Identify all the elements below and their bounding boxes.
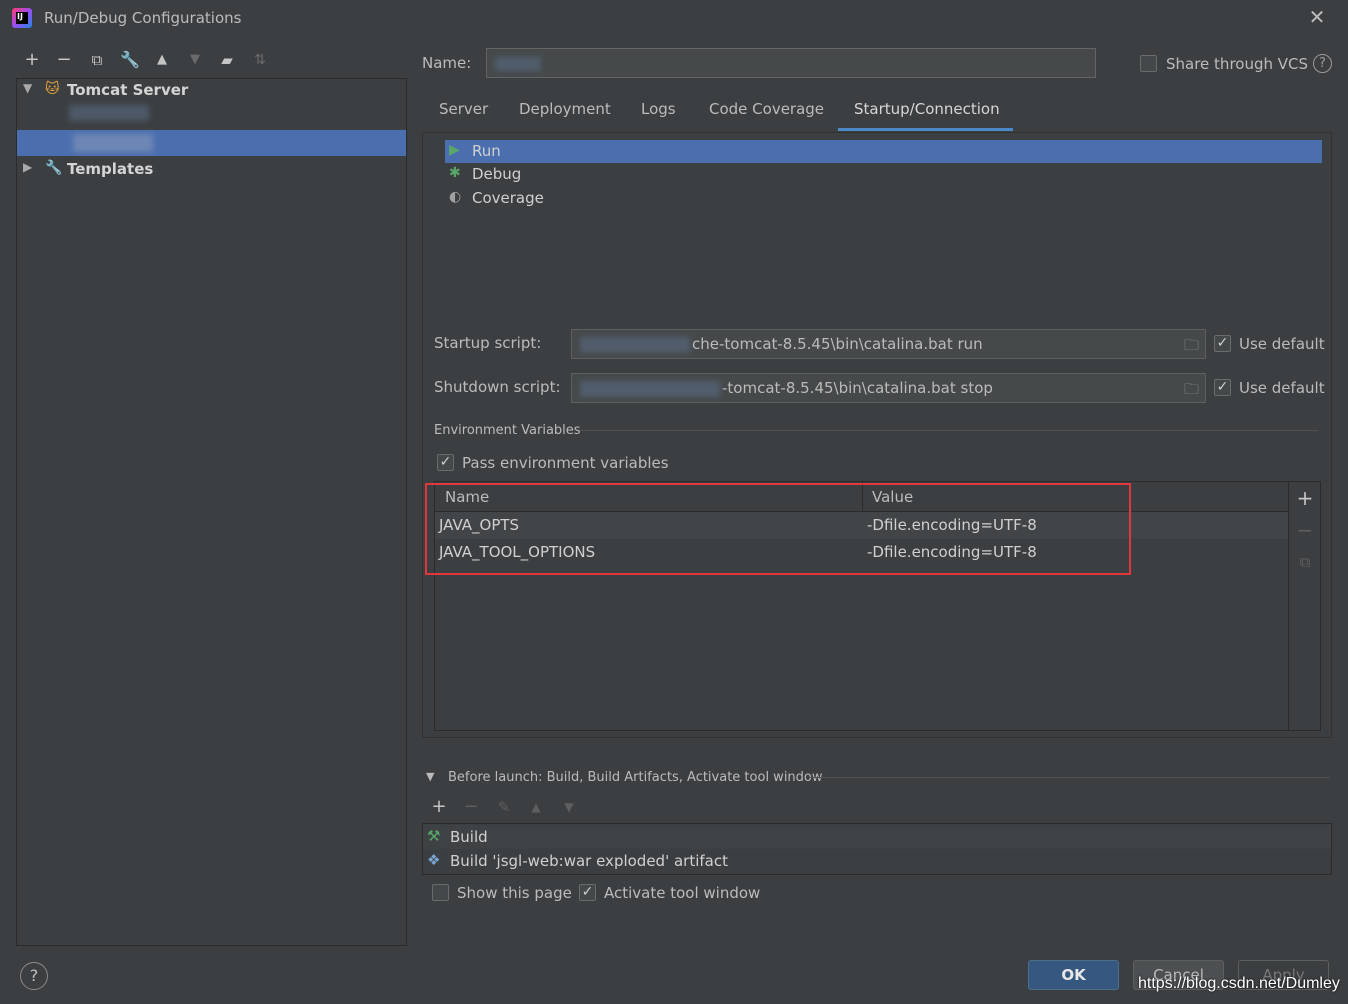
shutdown-script-label: Shutdown script:: [434, 378, 561, 396]
tree-item-tomcat-server[interactable]: ▼ 🐱 Tomcat Server: [17, 79, 406, 103]
add-env-icon[interactable]: +: [1295, 488, 1315, 508]
startup-use-default-checkbox[interactable]: ✓: [1214, 335, 1231, 352]
mode-label: Debug: [472, 165, 522, 183]
move-up-icon[interactable]: ▲: [151, 49, 173, 71]
redacted-text: [73, 134, 153, 152]
mode-coverage[interactable]: ◐ Coverage: [445, 187, 1322, 210]
help-icon[interactable]: ?: [1313, 54, 1332, 73]
shutdown-script-value: -tomcat-8.5.45\bin\catalina.bat stop: [722, 379, 993, 397]
close-icon[interactable]: ✕: [1306, 6, 1328, 28]
share-vcs-checkbox[interactable]: [1140, 55, 1157, 72]
copy-icon[interactable]: ⧉: [86, 49, 108, 71]
redacted-text: [69, 105, 149, 121]
coverage-icon: ◐: [449, 189, 462, 205]
startup-script-value: che-tomcat-8.5.45\bin\catalina.bat run: [692, 335, 983, 353]
env-section-title: Environment Variables: [434, 423, 581, 438]
new-folder-icon[interactable]: ▰: [216, 49, 238, 71]
move-task-up-icon: ▲: [531, 800, 541, 814]
collapse-arrow-icon[interactable]: ▶: [23, 160, 32, 174]
mode-run[interactable]: ▶ Run: [445, 140, 1322, 163]
add-icon[interactable]: +: [21, 49, 43, 71]
run-icon: ▶: [449, 142, 460, 158]
mode-label: Run: [472, 142, 501, 160]
configuration-tree: ▼ 🐱 Tomcat Server ▶ 🔧 Templates: [16, 78, 407, 946]
window-title: Run/Debug Configurations: [44, 9, 242, 27]
shutdown-use-default-checkbox[interactable]: ✓: [1214, 379, 1231, 396]
show-page-checkbox[interactable]: [432, 884, 449, 901]
activate-tool-window-checkbox[interactable]: ✓: [579, 884, 596, 901]
env-table-toolbar: + − ⧉: [1289, 481, 1321, 731]
startup-script-label: Startup script:: [434, 334, 542, 352]
list-item[interactable]: ⚒ Build: [423, 825, 1331, 849]
sort-icon: ⇅: [254, 52, 266, 68]
name-input[interactable]: [486, 48, 1096, 78]
copy-env-icon: ⧉: [1299, 553, 1311, 571]
ok-button[interactable]: OK: [1028, 960, 1119, 990]
tab-deployment[interactable]: Deployment: [519, 100, 611, 132]
expand-arrow-icon[interactable]: ▼: [23, 81, 32, 95]
startup-use-default-label: Use default: [1239, 335, 1325, 353]
redacted-text: [495, 57, 541, 71]
wrench-icon[interactable]: 🔧: [119, 49, 141, 71]
intellij-logo-icon: IJ: [12, 8, 32, 28]
move-task-down-icon: ▼: [564, 800, 574, 814]
mode-list: ▶ Run ✱ Debug ◐ Coverage: [445, 140, 1322, 210]
hammer-icon: ⚒: [427, 827, 441, 845]
tab-code-coverage[interactable]: Code Coverage: [709, 100, 824, 132]
annotation-highlight-box: [425, 483, 1131, 575]
debug-icon: ✱: [449, 165, 461, 181]
list-item-label: Build: [450, 828, 488, 846]
tree-item-templates[interactable]: ▶ 🔧 Templates: [17, 158, 406, 182]
remove-env-icon: −: [1296, 518, 1314, 542]
tree-item-selected-config[interactable]: [17, 130, 406, 156]
add-task-icon[interactable]: +: [429, 797, 449, 817]
redacted-text: [580, 337, 690, 353]
share-vcs-label: Share through VCS: [1166, 55, 1309, 73]
list-item-label: Build 'jsgl-web:war exploded' artifact: [450, 852, 728, 870]
remove-icon[interactable]: −: [53, 49, 75, 71]
before-launch-collapse-icon[interactable]: ▼: [426, 770, 434, 783]
redacted-text: [580, 381, 720, 397]
before-launch-title: Before launch: Build, Build Artifacts, A…: [448, 770, 823, 785]
move-down-icon: ▼: [190, 52, 200, 67]
tree-item-label: Templates: [67, 160, 154, 178]
pass-env-label: Pass environment variables: [462, 454, 669, 472]
tab-server[interactable]: Server: [439, 100, 488, 132]
show-page-label: Show this page: [457, 884, 572, 902]
folder-icon[interactable]: 🗀: [1184, 335, 1199, 360]
wrench-icon: 🔧: [45, 160, 63, 176]
active-tab-indicator: [838, 128, 1013, 131]
section-divider: [810, 777, 1330, 778]
activate-tool-window-label: Activate tool window: [604, 884, 761, 902]
tab-logs[interactable]: Logs: [641, 100, 676, 132]
tree-item-label: Tomcat Server: [67, 81, 189, 99]
before-launch-list: ⚒ Build ❖ Build 'jsgl-web:war exploded' …: [422, 823, 1332, 875]
shutdown-script-input[interactable]: -tomcat-8.5.45\bin\catalina.bat stop 🗀: [571, 373, 1206, 403]
help-button[interactable]: ?: [20, 962, 48, 990]
folder-icon[interactable]: 🗀: [1184, 379, 1199, 404]
list-item[interactable]: ❖ Build 'jsgl-web:war exploded' artifact: [423, 849, 1331, 873]
pass-env-checkbox[interactable]: ✓: [437, 454, 454, 471]
shutdown-use-default-label: Use default: [1239, 379, 1325, 397]
section-divider: [580, 430, 1318, 431]
edit-task-icon: ✎: [497, 798, 511, 816]
remove-task-icon: −: [463, 796, 479, 817]
tomcat-icon: 🐱: [45, 81, 60, 97]
mode-debug[interactable]: ✱ Debug: [445, 163, 1322, 186]
startup-script-input[interactable]: che-tomcat-8.5.45\bin\catalina.bat run 🗀: [571, 329, 1206, 359]
mode-label: Coverage: [472, 189, 544, 207]
name-label: Name:: [422, 54, 472, 72]
watermark: https://blog.csdn.net/Dumley: [1138, 975, 1340, 992]
artifact-icon: ❖: [427, 851, 441, 869]
